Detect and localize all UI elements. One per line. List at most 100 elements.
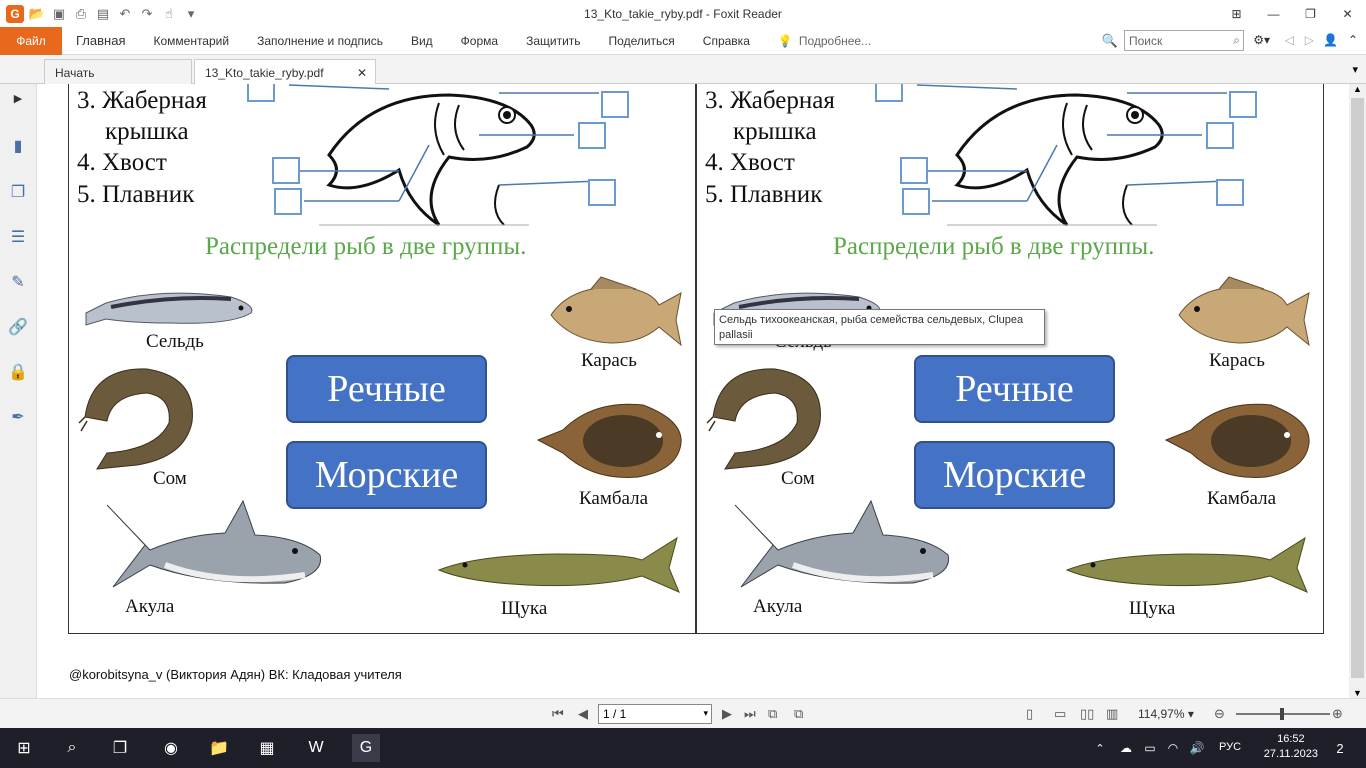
previous-page-icon[interactable]: ◀ (578, 706, 588, 722)
tell-me-box[interactable]: 💡 Подробнее... (764, 27, 885, 55)
scroll-down-icon[interactable]: ▼ (1353, 688, 1362, 698)
tab-start[interactable]: Начать (44, 59, 192, 84)
tab-comment[interactable]: Комментарий (139, 27, 243, 55)
tab-home[interactable]: Главная (62, 27, 139, 55)
catfish-image[interactable] (705, 357, 830, 472)
scroll-up-icon[interactable]: ▲ (1353, 84, 1362, 94)
pike-image[interactable] (437, 530, 682, 600)
zoom-slider-knob[interactable] (1280, 708, 1284, 720)
next-page-icon[interactable]: ▶ (722, 706, 732, 722)
catfish-image[interactable] (77, 357, 202, 472)
print-icon[interactable]: ⎙ (72, 5, 90, 23)
search-icon[interactable]: ⌕ (58, 734, 86, 762)
chrome-icon[interactable]: ◉ (157, 734, 185, 762)
word-icon[interactable]: W (302, 734, 330, 762)
herring-image[interactable] (81, 285, 261, 335)
single-page-icon[interactable]: ▯ (1026, 706, 1033, 722)
pages-icon[interactable]: ❐ (8, 182, 28, 202)
page-dropdown-icon[interactable]: ▾ (703, 708, 708, 719)
answer-box-1[interactable] (875, 84, 903, 102)
winrar-icon[interactable]: ▦ (253, 734, 281, 762)
close-tab-icon[interactable]: ✕ (357, 66, 367, 80)
continuous-icon[interactable]: ▭ (1054, 706, 1066, 722)
tab-protect[interactable]: Защитить (512, 27, 594, 55)
answer-box-5[interactable] (1216, 179, 1244, 206)
last-page-icon[interactable]: ⏭ (744, 706, 756, 722)
redo-icon[interactable]: ↷ (138, 5, 156, 23)
vertical-scrollbar[interactable]: ▲ ▼ (1349, 84, 1366, 698)
flounder-image[interactable] (533, 395, 688, 485)
tab-view[interactable]: Вид (397, 27, 447, 55)
previous-view-icon[interactable]: ⧉ (768, 706, 777, 722)
customize-dropdown-icon[interactable]: ▾ (182, 5, 200, 23)
tab-file[interactable]: Файл (0, 26, 62, 55)
language-indicator[interactable]: РУС (1219, 741, 1241, 753)
wifi-icon[interactable]: ◠ (1163, 734, 1183, 762)
tab-document[interactable]: 13_Kto_takie_ryby.pdf ✕ (194, 59, 376, 84)
foxit-reader-icon[interactable]: G (352, 734, 380, 762)
ribbon-collapse-icon[interactable]: ⌃ (1348, 33, 1358, 47)
volume-icon[interactable]: 🔊 (1187, 734, 1207, 762)
search-icon[interactable]: ⌕ (1233, 33, 1240, 48)
zoom-in-icon[interactable]: ⊕ (1332, 706, 1343, 722)
page-number-input[interactable]: 1 / 1 ▾ (598, 704, 712, 724)
zoom-out-icon[interactable]: ⊖ (1214, 706, 1225, 722)
comments-icon[interactable]: ✎ (8, 272, 28, 292)
system-clock[interactable]: 16:52 27.11.2023 (1264, 732, 1318, 762)
onedrive-icon[interactable]: ☁ (1116, 734, 1136, 762)
answer-box-6[interactable] (274, 188, 302, 215)
tab-form[interactable]: Форма (447, 27, 512, 55)
search-folder-icon[interactable]: 🔍 (1102, 33, 1118, 49)
file-explorer-icon[interactable]: 📁 (205, 734, 233, 762)
document-viewport[interactable]: 3. Жаберная крышка 4. Хвост 5. Плавник Р… (37, 84, 1349, 698)
answer-box-1[interactable] (247, 84, 275, 102)
tab-list-icon[interactable]: ▾ (1352, 63, 1358, 76)
close-button[interactable]: ✕ (1329, 0, 1366, 27)
answer-box-2[interactable] (1229, 91, 1257, 118)
zoom-level[interactable]: 114,97% ▾ (1138, 707, 1194, 721)
tab-fill-sign[interactable]: Заполнение и подпись (243, 27, 397, 55)
layers-icon[interactable]: ☰ (8, 227, 28, 247)
flounder-image[interactable] (1161, 395, 1316, 485)
back-arrow-icon[interactable]: ◁ (1285, 33, 1294, 47)
search-input[interactable]: Поиск ⌕ (1124, 30, 1244, 51)
answer-box-3[interactable] (1206, 122, 1234, 149)
river-fish-button[interactable]: Речные (914, 355, 1115, 423)
undo-icon[interactable]: ↶ (116, 5, 134, 23)
first-page-icon[interactable]: ⏮ (552, 706, 564, 722)
show-hidden-icons-icon[interactable]: ⌃ (1090, 734, 1110, 762)
answer-box-6[interactable] (902, 188, 930, 215)
continuous-facing-icon[interactable]: ▥ (1106, 706, 1118, 722)
answer-box-2[interactable] (601, 91, 629, 118)
start-windows-icon[interactable]: ⊞ (10, 734, 38, 762)
open-folder-icon[interactable]: 📂 (28, 5, 46, 23)
battery-icon[interactable]: ▭ (1140, 734, 1160, 762)
shark-image[interactable] (105, 495, 330, 610)
hand-tool-icon[interactable]: ☝ (160, 5, 178, 23)
river-fish-button[interactable]: Речные (286, 355, 487, 423)
gear-icon[interactable]: ⚙▾ (1253, 33, 1270, 47)
task-view-icon[interactable]: ❐ (106, 734, 134, 762)
shark-image[interactable] (733, 495, 958, 610)
security-lock-icon[interactable]: 🔒 (8, 362, 28, 382)
bookmark-icon[interactable]: ▮ (8, 136, 28, 156)
expand-panel-icon[interactable]: ▶ (8, 88, 28, 108)
save-icon[interactable]: ▣ (50, 5, 68, 23)
forward-arrow-icon[interactable]: ▷ (1305, 33, 1314, 47)
crucian-image[interactable] (541, 275, 686, 350)
answer-box-4[interactable] (272, 157, 300, 184)
attachment-icon[interactable]: 🔗 (8, 317, 28, 337)
next-view-icon[interactable]: ⧉ (794, 706, 803, 722)
properties-icon[interactable]: ▤ (94, 5, 112, 23)
facing-icon[interactable]: ▯▯ (1080, 706, 1094, 722)
user-icon[interactable]: 👤 (1323, 33, 1338, 47)
answer-box-5[interactable] (588, 179, 616, 206)
signature-icon[interactable]: ✒ (8, 407, 28, 427)
answer-box-3[interactable] (578, 122, 606, 149)
restore-ribbon-icon[interactable]: ⊞ (1218, 0, 1255, 27)
answer-box-4[interactable] (900, 157, 928, 184)
tab-share[interactable]: Поделиться (595, 27, 689, 55)
crucian-image[interactable] (1169, 275, 1314, 350)
pike-image[interactable] (1065, 530, 1310, 600)
minimize-button[interactable]: — (1255, 0, 1292, 27)
